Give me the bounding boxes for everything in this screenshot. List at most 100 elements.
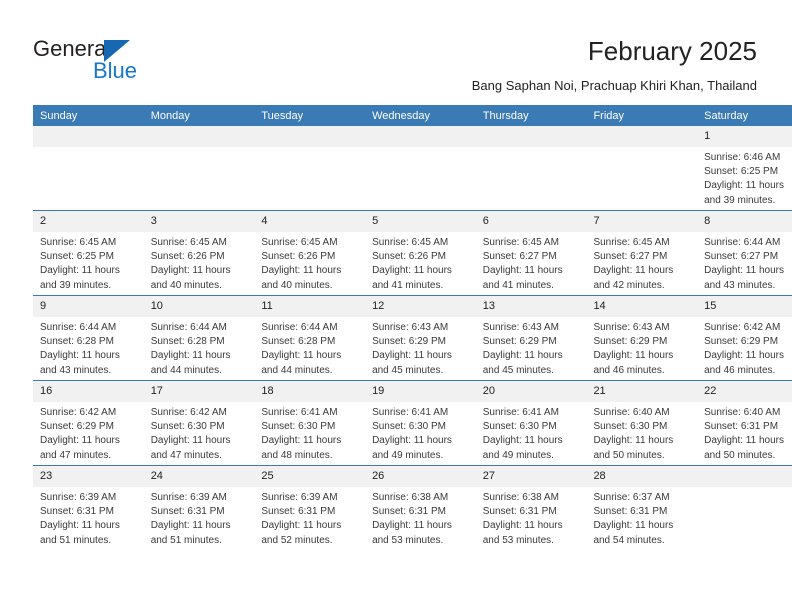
day-sun-info: Sunrise: 6:40 AM Sunset: 6:30 PM Daylight:… [586,402,697,463]
day-sun-info-line: Sunrise: 6:45 AM [372,237,449,248]
day-sun-info-line: Sunset: 6:25 PM [40,251,114,263]
page-subtitle: Bang Saphan Noi, Prachuap Khiri Khan, Th… [471,78,757,93]
day-sun-info-line: Daylight: 11 hours [150,520,231,532]
calendar-day-cell[interactable]: 19 Sunrise: 6:41 AM Sunset: 6:30 PM Dayligh… [365,380,476,466]
page-header: General Blue February 2025 Bang Saphan N… [0,0,792,104]
calendar-day-cell[interactable]: 24 Sunrise: 6:39 AM Sunset: 6:31 PM Dayligh… [143,465,255,550]
day-sun-info-line: Sunset: 6:31 PM [150,506,225,518]
day-sun-info-line: and 41 minutes. [372,279,444,291]
day-sun-info-line: Sunset: 6:28 PM [150,336,225,348]
day-sun-info-line: Sunrise: 6:45 AM [593,237,670,248]
calendar-day-cell[interactable]: 21 Sunrise: 6:40 AM Sunset: 6:30 PM Dayligh… [586,380,698,466]
day-sun-info: Sunrise: 6:38 AM Sunset: 6:31 PM Daylight:… [476,487,587,548]
day-number: 22 [697,381,792,402]
day-sun-info-line: Sunrise: 6:44 AM [704,237,781,248]
day-sun-info-line: Sunset: 6:27 PM [704,251,779,263]
calendar-day-cell[interactable]: 11 Sunrise: 6:44 AM Sunset: 6:28 PM Dayligh… [254,295,366,381]
day-sun-info-line: Daylight: 11 hours [40,350,120,362]
day-sun-info-line: Daylight: 11 hours [40,265,120,277]
calendar-day-cell[interactable]: 28 Sunrise: 6:37 AM Sunset: 6:31 PM Dayligh… [586,465,698,550]
calendar-day-cell[interactable]: 26 Sunrise: 6:38 AM Sunset: 6:31 PM Dayligh… [365,465,476,550]
day-sun-info-line: Sunrise: 6:42 AM [40,407,117,418]
calendar-day-cell[interactable]: 14 Sunrise: 6:43 AM Sunset: 6:29 PM Dayligh… [586,295,698,381]
day-sun-info-line: Sunset: 6:29 PM [40,421,114,433]
day-sun-info-line: and 54 minutes. [593,534,665,546]
day-sun-info-line: Sunrise: 6:44 AM [150,322,227,333]
general-blue-logo[interactable]: General Blue [33,36,213,88]
day-number: 28 [586,466,698,487]
calendar-day-cell[interactable]: 8 Sunrise: 6:44 AM Sunset: 6:27 PM Daylight… [697,210,792,296]
day-sun-info-line: Sunset: 6:30 PM [150,421,225,433]
calendar-day-cell[interactable]: 6 Sunrise: 6:45 AM Sunset: 6:27 PM Daylight… [475,210,587,296]
weekday-header-tuesday: Tuesday [254,105,366,126]
calendar-day-cell[interactable]: 17 Sunrise: 6:42 AM Sunset: 6:30 PM Dayligh… [143,380,255,466]
day-sun-info-line: Daylight: 11 hours [150,350,231,362]
day-sun-info-line: Daylight: 11 hours [150,265,231,277]
calendar-day-cell[interactable]: 16 Sunrise: 6:42 AM Sunset: 6:29 PM Dayligh… [33,380,144,466]
day-sun-info: Sunrise: 6:37 AM Sunset: 6:31 PM Daylight:… [586,487,697,548]
day-sun-info-line: and 45 minutes. [482,364,554,376]
day-sun-info: Sunrise: 6:45 AM Sunset: 6:26 PM Daylight:… [144,232,255,293]
calendar-day-cell[interactable]: 20 Sunrise: 6:41 AM Sunset: 6:30 PM Dayligh… [475,380,587,466]
day-sun-info-line: Sunrise: 6:45 AM [261,237,338,248]
day-number: 2 [33,211,144,232]
day-number: 11 [254,296,366,317]
calendar-day-cell[interactable]: 15 Sunrise: 6:42 AM Sunset: 6:29 PM Dayligh… [697,295,792,381]
calendar-day-cell[interactable]: 18 Sunrise: 6:41 AM Sunset: 6:30 PM Dayligh… [254,380,366,466]
calendar-day-cell[interactable]: 22 Sunrise: 6:40 AM Sunset: 6:31 PM Dayligh… [697,380,792,466]
calendar-week-row: 16 Sunrise: 6:42 AM Sunset: 6:29 PM Dayligh… [33,380,792,466]
calendar-day-cell[interactable]: 2 Sunrise: 6:45 AM Sunset: 6:25 PM Daylight… [33,210,144,296]
day-sun-info: Sunrise: 6:39 AM Sunset: 6:31 PM Daylight:… [33,487,144,548]
day-sun-info: Sunrise: 6:44 AM Sunset: 6:28 PM Daylight:… [33,317,144,378]
day-sun-info-line: Sunrise: 6:44 AM [261,322,338,333]
weekday-header-wednesday: Wednesday [365,105,476,126]
calendar-day-cell[interactable]: 13 Sunrise: 6:43 AM Sunset: 6:29 PM Dayligh… [475,295,587,381]
calendar-day-cell[interactable]: 10 Sunrise: 6:44 AM Sunset: 6:28 PM Dayligh… [143,295,255,381]
day-sun-info-line: Daylight: 11 hours [372,265,452,277]
calendar-day-cell[interactable]: 9 Sunrise: 6:44 AM Sunset: 6:28 PM Daylight… [33,295,144,381]
calendar-day-cell[interactable]: 25 Sunrise: 6:39 AM Sunset: 6:31 PM Dayligh… [254,465,366,550]
calendar-week-row: 1 Sunrise: 6:46 AM Sunset: 6:25 PM Daylight… [33,126,792,211]
day-sun-info-line: Sunrise: 6:45 AM [40,237,117,248]
day-number: 27 [475,466,587,487]
day-sun-info-line: and 39 minutes. [704,194,776,206]
calendar-day-cell[interactable]: 12 Sunrise: 6:43 AM Sunset: 6:29 PM Dayligh… [365,295,476,381]
day-sun-info-line: Daylight: 11 hours [372,350,452,362]
day-sun-info: Sunrise: 6:42 AM Sunset: 6:29 PM Daylight:… [33,402,144,463]
day-sun-info-line: and 50 minutes. [593,449,665,461]
day-sun-info-line: and 46 minutes. [704,364,776,376]
day-sun-info-line: Daylight: 11 hours [593,265,674,277]
calendar-day-cell[interactable]: 3 Sunrise: 6:45 AM Sunset: 6:26 PM Daylight… [143,210,255,296]
calendar-day-cell[interactable]: 27 Sunrise: 6:38 AM Sunset: 6:31 PM Dayligh… [475,465,587,550]
day-sun-info: Sunrise: 6:39 AM Sunset: 6:31 PM Daylight:… [144,487,255,548]
calendar-day-cell[interactable]: 4 Sunrise: 6:45 AM Sunset: 6:26 PM Daylight… [254,210,366,296]
day-sun-info-line: Daylight: 11 hours [482,435,563,447]
day-sun-info-line: Sunset: 6:29 PM [372,336,446,348]
calendar-day-cell[interactable]: 1 Sunrise: 6:46 AM Sunset: 6:25 PM Daylight… [697,126,792,211]
day-sun-info-line: Sunrise: 6:46 AM [704,152,781,163]
day-sun-info: Sunrise: 6:40 AM Sunset: 6:31 PM Daylight:… [697,402,792,463]
calendar-day-cell[interactable]: 5 Sunrise: 6:45 AM Sunset: 6:26 PM Daylight… [365,210,476,296]
day-sun-info-line: and 46 minutes. [593,364,665,376]
day-sun-info-line: and 47 minutes. [40,449,112,461]
weekday-header-monday: Monday [143,105,255,126]
day-number [475,126,587,147]
day-sun-info-line: Sunrise: 6:45 AM [150,237,227,248]
weekday-header-sunday: Sunday [33,105,144,126]
day-sun-info-line: Daylight: 11 hours [372,435,452,447]
day-sun-info-line: Sunset: 6:31 PM [482,506,557,518]
day-sun-info-line: and 50 minutes. [704,449,776,461]
day-sun-info-line: and 51 minutes. [150,534,222,546]
calendar-day-cell[interactable]: 23 Sunrise: 6:39 AM Sunset: 6:31 PM Dayligh… [33,465,144,550]
day-sun-info-line: and 49 minutes. [482,449,554,461]
day-sun-info-line: Daylight: 11 hours [593,350,674,362]
day-number: 16 [33,381,144,402]
calendar-day-cell[interactable]: 7 Sunrise: 6:45 AM Sunset: 6:27 PM Daylight… [586,210,698,296]
day-sun-info-line: and 41 minutes. [482,279,554,291]
day-sun-info-line: and 52 minutes. [261,534,333,546]
day-number: 17 [143,381,255,402]
calendar-day-cell-empty [697,465,792,550]
day-sun-info-line: Sunrise: 6:39 AM [150,492,227,503]
calendar-page: General Blue February 2025 Bang Saphan N… [0,0,792,612]
day-number: 7 [586,211,698,232]
